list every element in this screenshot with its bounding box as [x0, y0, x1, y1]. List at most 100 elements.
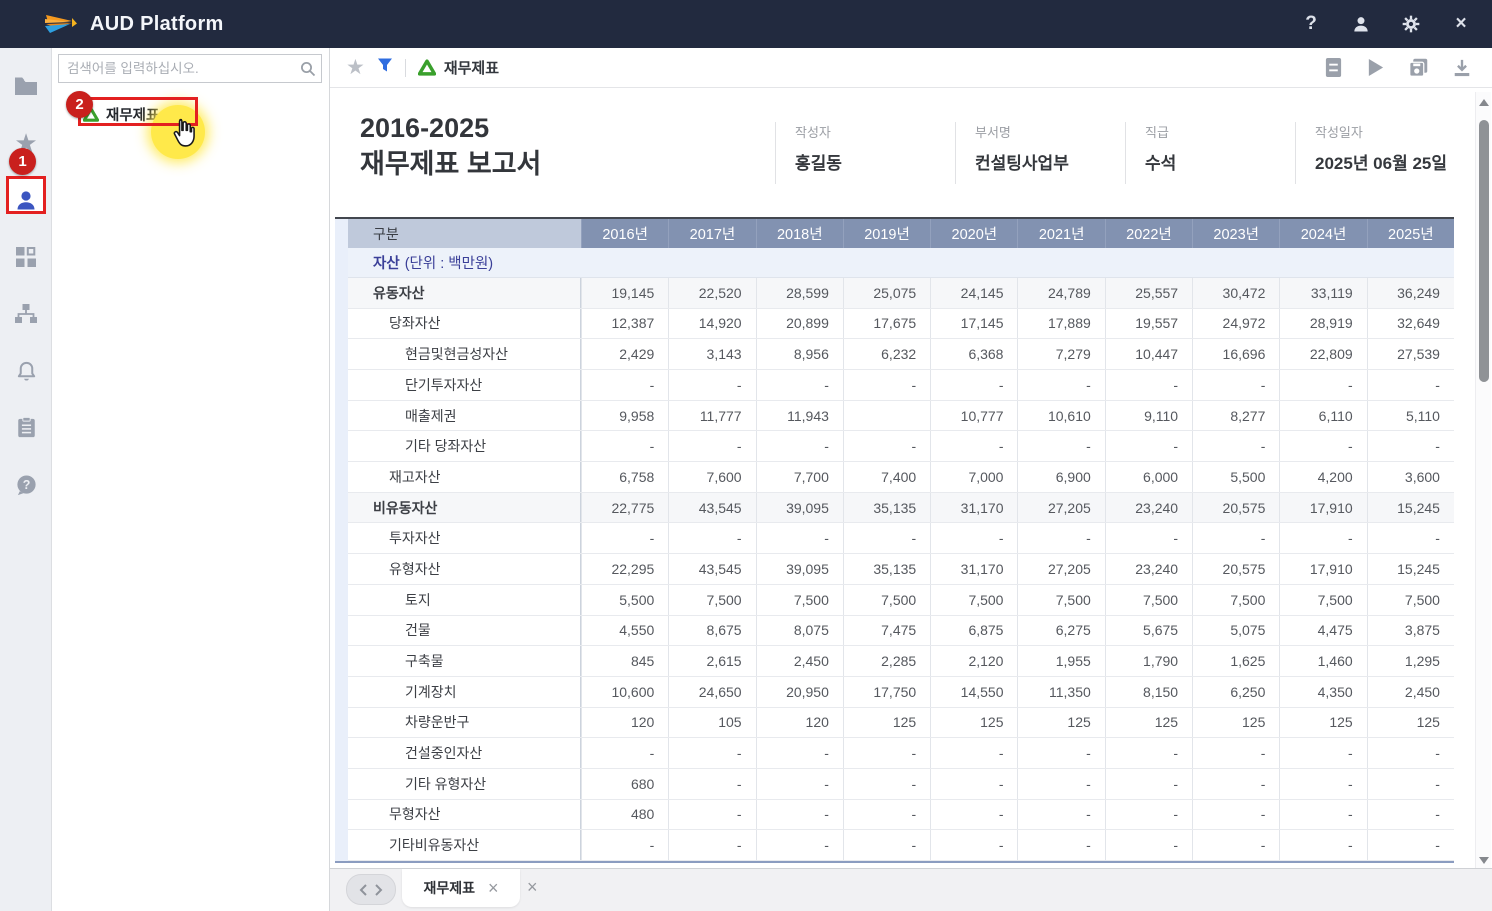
section-row-assets: 자산 (단위 : 백만원) [348, 248, 1454, 278]
meta-block: 작성일자 2025년 06월 25일 [1295, 122, 1447, 184]
value-cell: 2,120 [930, 646, 1017, 676]
value-cell: 7,279 [1017, 339, 1104, 369]
row-label-cell: 단기투자자산 [348, 370, 581, 400]
value-cell: 7,475 [843, 616, 930, 646]
table-row: 토지5,5007,5007,5007,5007,5007,5007,5007,5… [348, 585, 1454, 616]
value-cell: 6,110 [1279, 401, 1366, 431]
meta-value: 2025년 06월 25일 [1315, 149, 1447, 174]
tab-active[interactable]: 재무제표 × [402, 869, 520, 907]
value-cell: 9,110 [1105, 401, 1192, 431]
value-cell: 120 [756, 708, 843, 738]
column-header-year: 2021년 [1017, 219, 1104, 248]
search-box [58, 54, 322, 83]
value-cell: 6,232 [843, 339, 930, 369]
column-header-year: 2019년 [843, 219, 930, 248]
value-cell: 6,758 [581, 462, 668, 492]
row-label-cell: 재고자산 [348, 462, 581, 492]
value-cell: 28,919 [1279, 309, 1366, 339]
value-cell: 22,295 [581, 554, 668, 584]
value-cell: 5,110 [1367, 401, 1454, 431]
value-cell: 33,119 [1279, 278, 1366, 308]
value-cell: 125 [1279, 708, 1366, 738]
tab-close-icon[interactable]: × [488, 879, 499, 897]
favorite-star-icon[interactable]: ★ [346, 57, 365, 78]
download-icon[interactable] [1452, 58, 1472, 78]
value-cell: - [1279, 431, 1366, 461]
value-cell: 31,170 [930, 554, 1017, 584]
scrollbar-thumb[interactable] [1479, 120, 1489, 382]
value-cell: 23,240 [1105, 554, 1192, 584]
value-cell: - [756, 431, 843, 461]
sidebar-item-report[interactable] [0, 410, 52, 446]
value-cell: - [843, 738, 930, 768]
value-cell: - [930, 738, 1017, 768]
scroll-down-arrow[interactable] [1476, 852, 1492, 868]
value-cell: 15,245 [1367, 554, 1454, 584]
icon-rail: ★ ? 1 [0, 48, 52, 911]
value-cell: 11,777 [668, 401, 755, 431]
value-cell: 680 [581, 769, 668, 799]
value-cell: - [1105, 431, 1192, 461]
value-cell: 7,700 [756, 462, 843, 492]
value-cell: - [756, 769, 843, 799]
row-label-cell: 기타 유형자산 [348, 769, 581, 799]
document-icon[interactable] [1324, 57, 1343, 78]
sidebar-item-folder[interactable] [0, 68, 52, 104]
value-cell: - [1367, 431, 1454, 461]
value-cell: 24,145 [930, 278, 1017, 308]
value-cell: 2,285 [843, 646, 930, 676]
sidebar-item-help[interactable]: ? [0, 467, 52, 503]
user-icon[interactable] [1348, 11, 1374, 37]
value-cell: - [1192, 523, 1279, 553]
tab-next-icon[interactable] [375, 884, 383, 896]
help-icon[interactable]: ? [1298, 11, 1324, 37]
search-icon[interactable] [295, 61, 321, 77]
meta-label: 작성일자 [1315, 122, 1447, 141]
value-cell: - [1279, 523, 1366, 553]
sidebar-item-dashboard[interactable] [0, 239, 52, 275]
value-cell: - [930, 523, 1017, 553]
value-cell: - [843, 370, 930, 400]
close-icon[interactable]: × [1448, 11, 1474, 37]
report-title-line2: 재무제표 보고서 [360, 146, 541, 182]
meta-block: 직급수석 [1125, 122, 1176, 184]
tab-prev-icon[interactable] [359, 884, 367, 896]
vertical-scrollbar[interactable] [1475, 92, 1491, 870]
value-cell: 19,145 [581, 278, 668, 308]
value-cell: 6,250 [1192, 677, 1279, 707]
value-cell: - [756, 800, 843, 830]
meta-block: 부서명컨설팅사업부 [955, 122, 1069, 184]
row-label-cell: 기타 당좌자산 [348, 431, 581, 461]
table-row: 건설중인자산---------- [348, 738, 1454, 769]
filter-icon[interactable] [377, 57, 393, 78]
value-cell: - [756, 523, 843, 553]
run-icon[interactable] [1366, 57, 1385, 78]
close-all-tabs-icon[interactable]: × [527, 878, 538, 896]
sidebar-item-orgchart[interactable] [0, 296, 52, 332]
value-cell: - [1017, 738, 1104, 768]
value-cell: 6,900 [1017, 462, 1104, 492]
settings-icon[interactable] [1398, 11, 1424, 37]
tab-bar: 재무제표 × × [330, 868, 1492, 911]
value-cell: - [1017, 431, 1104, 461]
value-cell: 24,650 [668, 677, 755, 707]
value-cell: - [581, 523, 668, 553]
meta-label: 부서명 [975, 122, 1069, 141]
sidebar-item-user[interactable] [0, 182, 52, 218]
value-cell: - [668, 800, 755, 830]
column-header-year: 2024년 [1279, 219, 1366, 248]
value-cell: 7,600 [668, 462, 755, 492]
row-label-cell: 유형자산 [348, 554, 581, 584]
sidebar-item-notifications[interactable] [0, 353, 52, 389]
table-row: 재고자산6,7587,6007,7007,4007,0006,9006,0005… [348, 462, 1454, 493]
value-cell: 4,350 [1279, 677, 1366, 707]
value-cell: 3,143 [668, 339, 755, 369]
scroll-up-arrow[interactable] [1476, 94, 1492, 110]
save-icon[interactable] [1408, 57, 1429, 78]
top-bar: AUD Platform ? × [0, 0, 1492, 48]
table-row: 매출제권9,95811,77711,94310,77710,6109,1108,… [348, 401, 1454, 432]
value-cell: 7,500 [1279, 585, 1366, 615]
report-content: 2016-2025 재무제표 보고서 작성자홍길동부서명컨설팅사업부직급수석작성… [330, 88, 1492, 868]
search-input[interactable] [59, 61, 295, 76]
table-left-gutter [335, 219, 348, 861]
